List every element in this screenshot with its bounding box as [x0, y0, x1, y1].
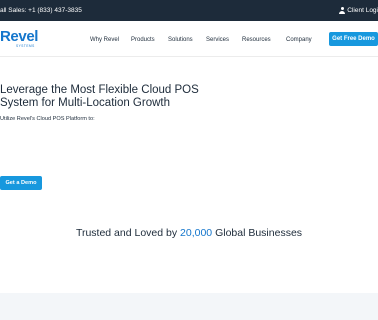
nav-products[interactable]: Products — [131, 36, 155, 44]
top-bar: all Sales: +1 (833) 437-3835 Client Logi — [0, 0, 378, 21]
headline-line-1: Leverage the Most Flexible Cloud POS — [0, 84, 199, 96]
headline-line-2: System for Multi-Location Growth — [0, 97, 171, 109]
nav-why-revel[interactable]: Why Revel — [90, 36, 119, 44]
logo-subtext: SYSTEMS — [16, 44, 35, 48]
hero-subcopy: Utilize Revel's Cloud POS Platform to: — [0, 116, 95, 122]
get-a-demo-button[interactable]: Get a Demo — [0, 176, 42, 190]
trusted-prefix: Trusted and Loved by — [75, 227, 181, 239]
revel-logo[interactable]: Revel SYSTEMS — [0, 29, 38, 49]
nav-services[interactable]: Services — [206, 36, 229, 44]
get-free-demo-button[interactable]: Get Free Demo — [329, 32, 378, 46]
logos-section-background — [0, 293, 378, 320]
user-icon — [339, 7, 346, 14]
main-navigation: Revel SYSTEMS Why Revel Products Solutio… — [0, 21, 378, 57]
client-login-link[interactable]: Client Logi — [339, 6, 378, 15]
trusted-suffix: Global Businesses — [212, 227, 303, 239]
hero-headline: Leverage the Most Flexible Cloud POS Sys… — [0, 84, 200, 110]
nav-solutions[interactable]: Solutions — [168, 36, 193, 44]
nav-resources[interactable]: Resources — [242, 36, 271, 44]
call-sales-link[interactable]: all Sales: +1 (833) 437-3835 — [0, 6, 82, 15]
trusted-heading: Trusted and Loved by 20,000 Global Busin… — [0, 227, 378, 239]
logo-text: Revel — [0, 28, 39, 45]
client-login-label: Client Logi — [347, 7, 378, 14]
nav-company[interactable]: Company — [286, 36, 312, 44]
trusted-count: 20,000 — [180, 227, 213, 239]
